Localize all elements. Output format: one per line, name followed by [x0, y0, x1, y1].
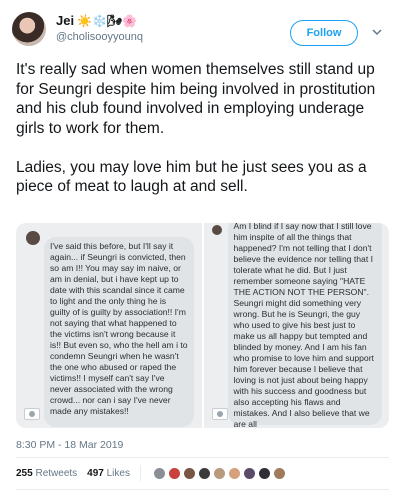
- display-name[interactable]: Jei: [56, 13, 74, 29]
- liker-avatar[interactable]: [182, 466, 196, 480]
- likes-stat[interactable]: 497 Likes: [87, 468, 130, 479]
- liker-avatar[interactable]: [167, 466, 181, 480]
- display-name-emoji: ☀️❄️🌬🌸: [77, 14, 138, 28]
- media-image-left[interactable]: I've said this before, but I'll say it a…: [16, 223, 202, 428]
- image-icon: [211, 408, 228, 420]
- retweets-label: Retweets: [35, 467, 78, 479]
- tweet-paragraph: Ladies, you may love him but he just see…: [16, 158, 367, 196]
- liker-avatar[interactable]: [212, 466, 226, 480]
- divider: [16, 489, 389, 490]
- message-bubble: Am I blind if I say now that I still lov…: [227, 223, 382, 428]
- user-handle[interactable]: @cholisooyyounq: [56, 30, 256, 44]
- tweet-timestamp[interactable]: 8:30 PM - 18 Mar 2019: [16, 439, 123, 451]
- liker-avatar[interactable]: [152, 466, 166, 480]
- bubble-avatar: [211, 225, 222, 235]
- liker-avatars: [152, 466, 286, 480]
- likes-label: Likes: [106, 467, 130, 479]
- user-names: Jei ☀️❄️🌬🌸 @cholisooyyounq: [56, 13, 256, 44]
- display-name-row[interactable]: Jei ☀️❄️🌬🌸: [56, 13, 256, 29]
- image-icon: [24, 408, 40, 420]
- tweet-text: It's really sad when women themselves st…: [16, 60, 392, 216]
- chevron-down-icon[interactable]: [371, 26, 383, 38]
- tweet-stats: 255 Retweets 497 Likes: [16, 463, 286, 483]
- bubble-avatar: [26, 231, 40, 245]
- message-bubble: I've said this before, but I'll say it a…: [44, 237, 194, 427]
- liker-avatar[interactable]: [242, 466, 256, 480]
- media-image-right[interactable]: Am I blind if I say now that I still lov…: [203, 223, 389, 428]
- follow-button[interactable]: Follow: [290, 20, 358, 46]
- liker-avatar[interactable]: [272, 466, 286, 480]
- liker-avatar[interactable]: [197, 466, 211, 480]
- divider: [139, 465, 141, 481]
- divider: [16, 457, 389, 458]
- liker-avatar[interactable]: [227, 466, 241, 480]
- media-grid: I've said this before, but I'll say it a…: [16, 223, 389, 428]
- liker-avatar[interactable]: [257, 466, 271, 480]
- user-avatar[interactable]: [12, 12, 46, 46]
- tweet-paragraph: It's really sad when women themselves st…: [16, 61, 376, 137]
- likes-count: 497: [87, 467, 104, 479]
- retweets-count: 255: [16, 467, 33, 479]
- retweets-stat[interactable]: 255 Retweets: [16, 468, 77, 479]
